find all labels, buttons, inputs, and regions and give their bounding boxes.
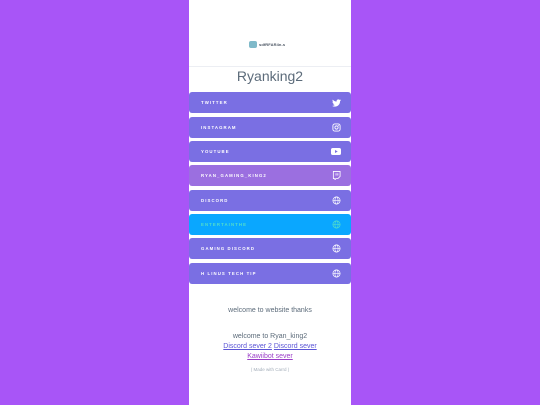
logo-text: sdfRFAR4n-s: [259, 41, 286, 47]
link-label: YOUTUBE: [201, 149, 230, 154]
link-label: H LINUS TECH TIP: [201, 271, 257, 276]
linus-tech-tip-link-button[interactable]: H LINUS TECH TIP: [189, 263, 351, 284]
youtube-link-button[interactable]: YOUTUBE: [189, 141, 351, 162]
instagram-icon: [331, 123, 341, 133]
header: sdfRFAR4n-s: [189, 0, 351, 67]
twitter-icon: [331, 98, 341, 108]
discord-sever-2-link[interactable]: Discord sever 2: [223, 343, 272, 350]
site-logo[interactable]: sdfRFAR4n-s: [249, 39, 289, 49]
twitch-icon: [331, 171, 341, 181]
welcome-user-text: welcome to Ryan_king2: [232, 333, 308, 340]
kawiibot-sever-link[interactable]: Kawiibot sever: [247, 353, 293, 360]
twitter-link-button[interactable]: TWITTER: [189, 92, 351, 113]
globe-icon: [331, 196, 341, 206]
link-label: TWITTER: [201, 100, 228, 105]
twitch-link-button[interactable]: RYAN_GAMING_KING2: [189, 165, 351, 186]
globe-icon: [331, 244, 341, 254]
logo-icon: [249, 40, 257, 48]
link-label: GAMING DISCORD: [201, 246, 256, 251]
link-label: DISCORD: [201, 198, 229, 203]
entertainthe-link-button[interactable]: ENTERTAINTHE: [189, 214, 351, 235]
link-label: ENTERTAINTHE: [201, 222, 248, 227]
gaming-discord-link-button[interactable]: GAMING DISCORD: [189, 238, 351, 259]
link-label: RYAN_GAMING_KING2: [201, 173, 267, 178]
globe-icon: [331, 269, 341, 279]
discord-sever-link[interactable]: Discord sever: [274, 343, 317, 350]
youtube-icon: [331, 147, 341, 157]
footer-links-row-2: Kawiibot sever: [189, 353, 351, 360]
profile-card: sdfRFAR4n-s Ryanking2 TWITTER INSTAGRAM …: [189, 0, 351, 405]
instagram-link-button[interactable]: INSTAGRAM: [189, 117, 351, 138]
page-title: Ryanking2: [236, 68, 304, 84]
link-label: INSTAGRAM: [201, 125, 237, 130]
footer-links-row: Discord sever 2 Discord sever: [189, 343, 351, 350]
made-with-carrd-link[interactable]: ( Made with Carrd ): [189, 367, 351, 372]
welcome-text: welcome to website thanks: [228, 307, 312, 314]
globe-icon: [331, 220, 341, 230]
discord-link-button[interactable]: DISCORD: [189, 190, 351, 211]
